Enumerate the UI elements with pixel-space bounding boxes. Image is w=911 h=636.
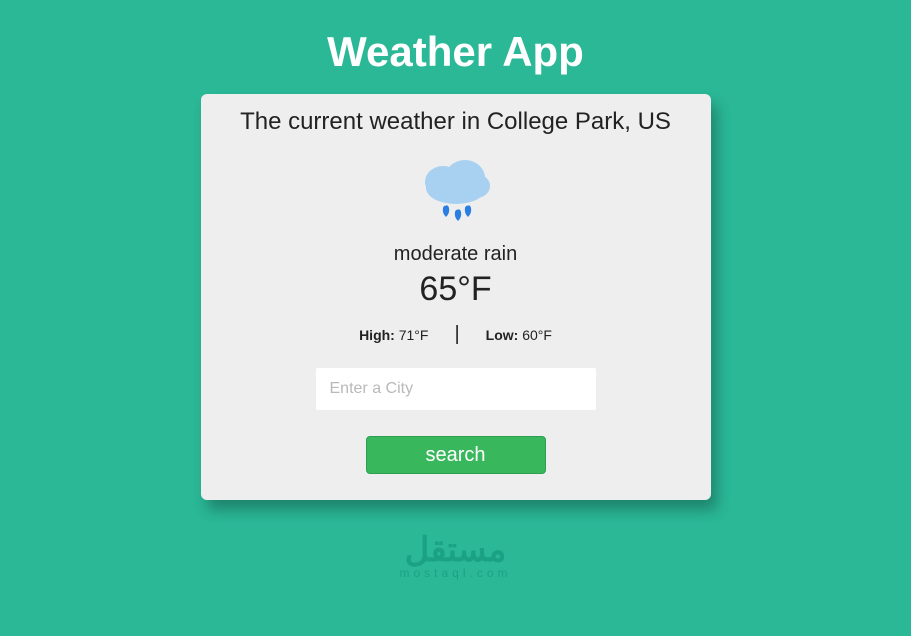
footer-brand-en: mostaql.com xyxy=(399,566,511,580)
high-block: High: 71°F xyxy=(359,327,428,343)
separator: | xyxy=(454,323,459,346)
high-label: High: xyxy=(359,327,395,343)
high-value: 71°F xyxy=(399,327,429,343)
low-label: Low: xyxy=(486,327,519,343)
low-value: 60°F xyxy=(522,327,552,343)
app-title: Weather App xyxy=(327,28,584,76)
weather-subtitle: The current weather in College Park, US xyxy=(240,108,671,136)
search-button[interactable]: search xyxy=(366,436,546,474)
high-low-row: High: 71°F | Low: 60°F xyxy=(359,323,552,346)
weather-condition: moderate rain xyxy=(394,243,517,266)
low-block: Low: 60°F xyxy=(486,327,552,343)
footer-brand-ar: مستقل xyxy=(399,530,511,570)
rain-cloud-icon xyxy=(411,152,501,237)
weather-card: The current weather in College Park, US … xyxy=(201,94,711,500)
footer-logo: مستقل mostaql.com xyxy=(399,530,511,580)
city-input[interactable] xyxy=(316,368,596,410)
weather-temp: 65°F xyxy=(419,270,491,309)
